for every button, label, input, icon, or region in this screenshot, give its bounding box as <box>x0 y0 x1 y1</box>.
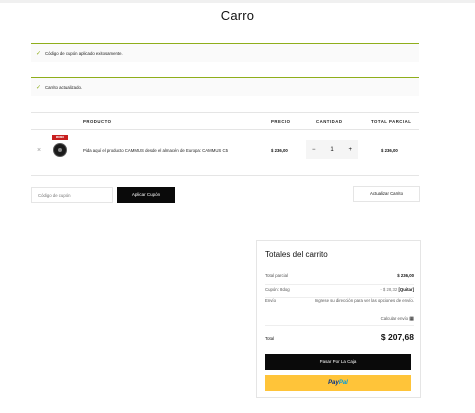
apply-coupon-button[interactable]: Aplicar Cupón <box>117 187 175 203</box>
coupon-discount: - $ 28,32 [Quitar] <box>380 287 414 292</box>
notice-coupon-applied: ✓ Código de cupón aplicado exitosamente. <box>31 43 419 62</box>
paypal-logo-pay: Pay <box>328 380 339 386</box>
remove-item-button[interactable]: × <box>37 147 41 154</box>
product-subtotal: $ 236,00 <box>381 148 398 153</box>
subtotal-label: Total parcial <box>265 273 288 278</box>
qty-minus-button[interactable]: − <box>312 147 316 153</box>
total-value: $ 207,68 <box>380 332 414 342</box>
notice-text: Código de cupón aplicado exitosamente. <box>45 50 123 56</box>
calculate-shipping-link[interactable]: Calcular envío ▦ <box>381 316 414 322</box>
calc-shipping-label: Calcular envío <box>380 316 409 321</box>
qty-value[interactable]: 1 <box>330 147 333 153</box>
steering-wheel-image <box>53 143 67 157</box>
update-cart-button[interactable]: Actualizar Carrito <box>353 186 420 202</box>
coupon-code-input[interactable] <box>31 187 113 203</box>
cart-table-header: PRODUCTO PRECIO CANTIDAD TOTAL PARCIAL <box>31 112 419 130</box>
cart-item-row: × MOMO Pida aquí el producto CAMMUS desd… <box>31 130 419 176</box>
thumbnail-badge: MOMO <box>52 135 68 140</box>
paypal-button[interactable]: PayPal <box>265 375 411 391</box>
paypal-logo-pal: Pal <box>338 380 348 386</box>
shipping-info: Ingrese su dirección para ver las opcion… <box>314 298 414 303</box>
qty-plus-button[interactable]: + <box>348 147 352 153</box>
product-thumbnail[interactable]: MOMO <box>52 135 68 163</box>
shipping-label: Envío <box>265 298 276 303</box>
truck-icon: ▦ <box>409 316 414 322</box>
product-name-link[interactable]: Pida aquí el producto CAMMUS desde el al… <box>83 148 253 153</box>
header-product: PRODUCTO <box>83 119 112 124</box>
total-label: Total <box>265 336 275 341</box>
remove-coupon-link[interactable]: [Quitar] <box>398 287 414 292</box>
header-subtotal: TOTAL PARCIAL <box>371 119 412 124</box>
page-title: Carro <box>220 8 255 23</box>
check-icon: ✓ <box>36 84 42 91</box>
coupon-label: Cupón: 8dog <box>265 287 290 292</box>
totals-coupon-row: Cupón: 8dog - $ 28,32 [Quitar] <box>265 287 414 298</box>
notice-text: Carrito actualizado. <box>45 84 83 90</box>
top-bar <box>0 0 475 3</box>
check-icon: ✓ <box>36 50 42 57</box>
totals-total-row: Total $ 207,68 <box>265 331 414 347</box>
totals-shipping-row: Envío Ingrese su dirección para ver las … <box>265 298 414 326</box>
totals-subtotal-row: Total parcial $ 236,00 <box>265 273 414 285</box>
subtotal-value: $ 236,00 <box>397 273 414 278</box>
header-quantity: CANTIDAD <box>316 119 343 124</box>
notice-cart-updated: ✓ Carrito actualizado. <box>31 77 419 96</box>
quantity-stepper: − 1 + <box>306 140 358 159</box>
totals-title: Totales del carrito <box>265 250 328 259</box>
header-price: PRECIO <box>271 119 291 124</box>
product-price: $ 236,00 <box>271 148 288 153</box>
cart-totals-panel: Totales del carrito Total parcial $ 236,… <box>256 240 421 398</box>
coupon-value: - $ 28,32 <box>380 287 398 292</box>
checkout-button[interactable]: Pasar Por La Caja <box>265 354 411 370</box>
